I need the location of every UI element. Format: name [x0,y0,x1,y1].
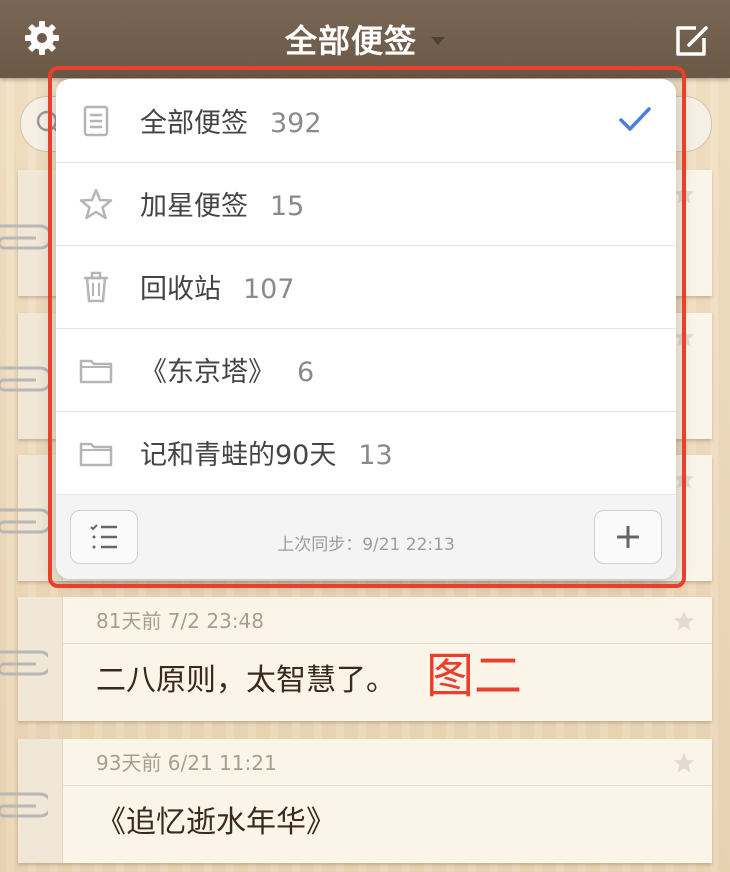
star-icon[interactable] [672,751,696,775]
paperclip-icon [0,224,48,250]
note-text: 《追忆逝水年华》 [96,805,336,840]
note-card[interactable]: 93天前 6/21 11:21 《追忆逝水年华》 [18,739,712,863]
paperclip-icon [0,650,48,676]
paperclip-icon [0,508,48,534]
paperclip-icon [0,366,48,392]
page-title[interactable]: 全部便签 [285,16,417,62]
note-timestamp: 93天前 6/21 11:21 [96,751,277,775]
note-divider [62,643,712,644]
paperclip-icon [0,792,48,818]
note-divider [62,785,712,786]
annotation-label: 图二 [426,650,523,703]
star-icon[interactable] [672,609,696,633]
compose-button[interactable] [672,20,712,60]
settings-button[interactable] [22,18,62,58]
chevron-down-icon[interactable] [431,37,445,45]
compose-icon[interactable] [672,20,712,60]
gear-icon[interactable] [22,18,62,58]
note-card[interactable]: 81天前 7/2 23:48 二八原则，太智慧了。 [18,597,712,721]
note-timestamp: 81天前 7/2 23:48 [96,609,264,633]
note-text: 二八原则，太智慧了。 [96,663,396,698]
highlight-frame [48,66,686,588]
